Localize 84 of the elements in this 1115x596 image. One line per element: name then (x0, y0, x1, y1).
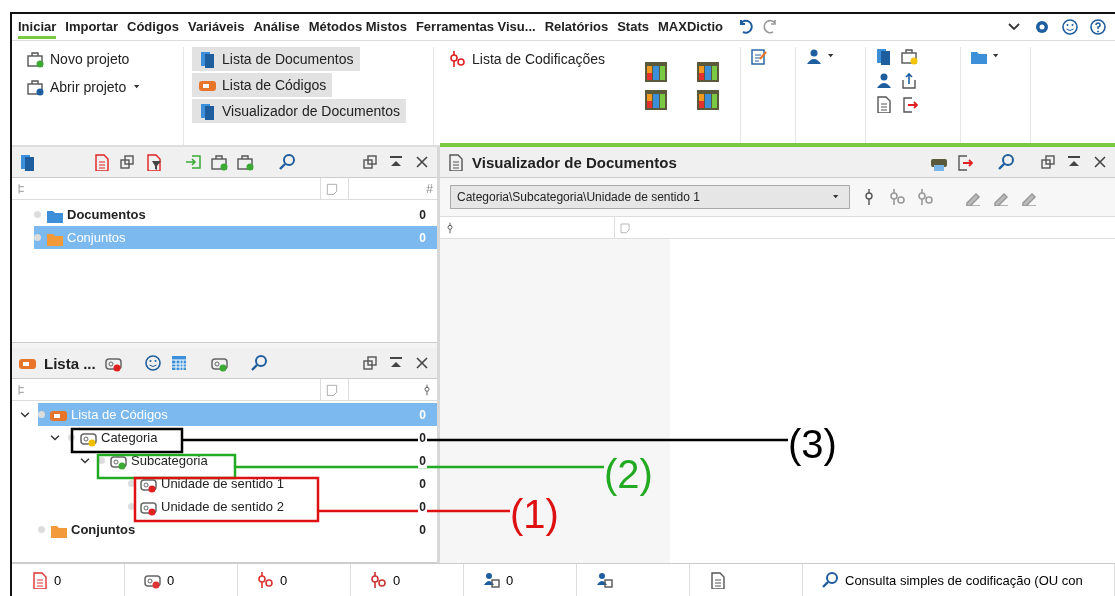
menu-tab[interactable]: Variáveis (188, 15, 245, 39)
annotation-label: (3) (788, 422, 837, 466)
restore-icon[interactable] (361, 153, 379, 171)
pins-icon[interactable] (916, 188, 934, 206)
search-icon (821, 571, 839, 589)
layout-icon[interactable] (696, 61, 720, 83)
search-icon[interactable] (278, 153, 296, 171)
layout-icon[interactable] (696, 89, 720, 111)
smiley-icon[interactable] (143, 354, 162, 372)
ribbon-button[interactable]: Lista de Codificações (442, 47, 612, 71)
bullet-icon (98, 457, 105, 464)
menu-tab[interactable]: Códigos (127, 15, 180, 39)
ribbon-button[interactable]: Lista de Documentos (192, 47, 360, 71)
filter-icon[interactable] (144, 153, 162, 171)
restore-icon[interactable] (361, 354, 379, 372)
settings-icon[interactable] (1033, 18, 1051, 36)
tree-item[interactable]: Categoria 0 (68, 426, 437, 449)
documents-icon[interactable] (18, 153, 36, 171)
menu-tab[interactable]: Análise (253, 15, 300, 39)
smiley-icon[interactable] (1061, 18, 1079, 36)
menu-tab[interactable]: Métodos Mistos (308, 15, 407, 39)
status-text: Consulta simples de codificação (OU con (845, 572, 1083, 588)
pin-icon (421, 383, 433, 396)
menu-tab[interactable]: Ferramentas Visu... (415, 15, 536, 39)
search-icon[interactable] (997, 153, 1015, 171)
search-icon[interactable] (249, 354, 268, 372)
bullet-icon (34, 211, 41, 218)
annotation-label: (1) (510, 492, 559, 536)
status-count: 0 (506, 572, 514, 588)
ribbon-button[interactable]: Lista de Códigos (192, 73, 333, 97)
memo-icon (325, 181, 339, 196)
bullet-icon (38, 526, 45, 533)
bullet-icon (68, 434, 75, 441)
menu-tab[interactable]: MAXDictio (658, 15, 723, 39)
user-icon (595, 571, 613, 589)
bullet-icon (128, 503, 135, 510)
tree-item[interactable]: Conjuntos 0 (38, 518, 437, 541)
restore-icon[interactable] (1039, 153, 1057, 171)
menu-tab[interactable]: Importar (65, 15, 119, 39)
memo-icon (325, 382, 339, 397)
tree-item[interactable]: Unidade de sentido 2 0 (128, 495, 437, 518)
ribbon-button[interactable]: Abrir projeto (20, 75, 151, 99)
document-icon (708, 571, 726, 589)
bullet-icon (38, 411, 45, 418)
briefcase-icon (26, 78, 44, 96)
ribbon-button[interactable]: Visualizador de Documentos (192, 99, 406, 123)
briefcase-icon (26, 50, 44, 68)
document-icon (619, 221, 631, 234)
user-icon (482, 571, 500, 589)
status-count: 0 (54, 572, 62, 588)
import-icon[interactable] (184, 153, 202, 171)
panel-title: Visualizador de Documentos (472, 153, 677, 171)
status-count: 0 (393, 572, 401, 588)
status-count: 0 (280, 572, 288, 588)
bullet-icon (34, 234, 41, 241)
code-dropdown[interactable]: Categoria\Subcategoria\Unidade de sentido 1 (450, 185, 850, 209)
bullet-icon (128, 480, 135, 487)
person-icon[interactable] (804, 47, 822, 65)
tree-item[interactable]: Documentos 0 (34, 203, 437, 226)
menu-tab[interactable]: Stats (617, 15, 649, 39)
upload-icon[interactable] (900, 71, 918, 89)
menu-tab[interactable]: Relatórios (544, 15, 609, 39)
clipboard-icon[interactable] (92, 153, 110, 171)
layout-icon[interactable] (644, 89, 668, 111)
ribbon-button[interactable]: Novo projeto (20, 47, 136, 71)
menu-tab[interactable]: Iniciar (18, 15, 57, 39)
pin-icon (444, 221, 456, 234)
document-icon (30, 571, 48, 589)
annotation-label: (2) (604, 452, 653, 496)
export-icon[interactable] (900, 95, 918, 113)
export-icon[interactable] (955, 153, 973, 171)
briefcase-icon[interactable] (900, 47, 918, 65)
column-header[interactable]: # (426, 181, 433, 196)
pins-icon (369, 571, 387, 589)
pins-icon (256, 571, 274, 589)
memo-icon[interactable] (749, 47, 767, 65)
tree-item[interactable]: Subcategoria 0 (98, 449, 437, 472)
layout-icon[interactable] (644, 61, 668, 83)
help-icon[interactable] (1089, 18, 1107, 36)
status-count: 0 (167, 572, 175, 588)
table-icon[interactable] (169, 354, 188, 372)
pins-icon[interactable] (888, 188, 906, 206)
tree-item[interactable]: Unidade de sentido 1 0 (128, 472, 437, 495)
panel-title: Lista ... (44, 354, 96, 372)
